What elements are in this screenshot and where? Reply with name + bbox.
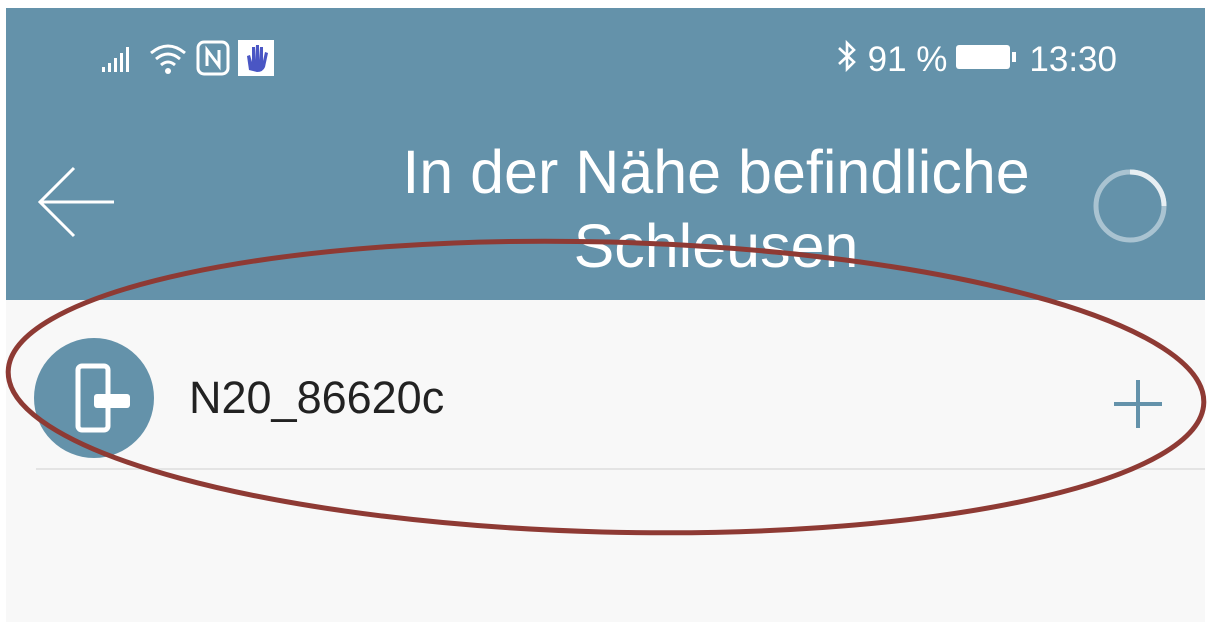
- app-screen: 91 % 13:30 In der Nähe befindliche Schle…: [6, 8, 1205, 622]
- status-bar-left: [102, 38, 274, 82]
- door-lock-icon: [34, 338, 154, 458]
- arrow-left-icon: [37, 166, 114, 238]
- list-divider: [36, 468, 1205, 470]
- back-button[interactable]: [34, 164, 118, 240]
- clock: 13:30: [1029, 40, 1117, 79]
- device-name: N20_86620c: [189, 372, 445, 423]
- plus-icon: [1114, 380, 1162, 428]
- status-bar-right: 91 % 13:30: [836, 38, 1117, 82]
- nfc-icon: [196, 40, 230, 81]
- bluetooth-icon: [836, 39, 858, 82]
- page-title: In der Nähe befindliche Schleusen: [402, 138, 1030, 280]
- app-header: 91 % 13:30 In der Nähe befindliche Schle…: [6, 8, 1205, 300]
- device-list-item[interactable]: N20_86620c: [6, 328, 1205, 468]
- hand-icon: [238, 39, 274, 81]
- wifi-icon: [148, 41, 188, 80]
- battery-percentage: 91 %: [867, 40, 948, 79]
- signal-icon: [102, 43, 140, 78]
- battery-icon: [955, 40, 1017, 80]
- loading-spinner-icon: [1090, 166, 1170, 246]
- add-device-button[interactable]: [1106, 372, 1170, 436]
